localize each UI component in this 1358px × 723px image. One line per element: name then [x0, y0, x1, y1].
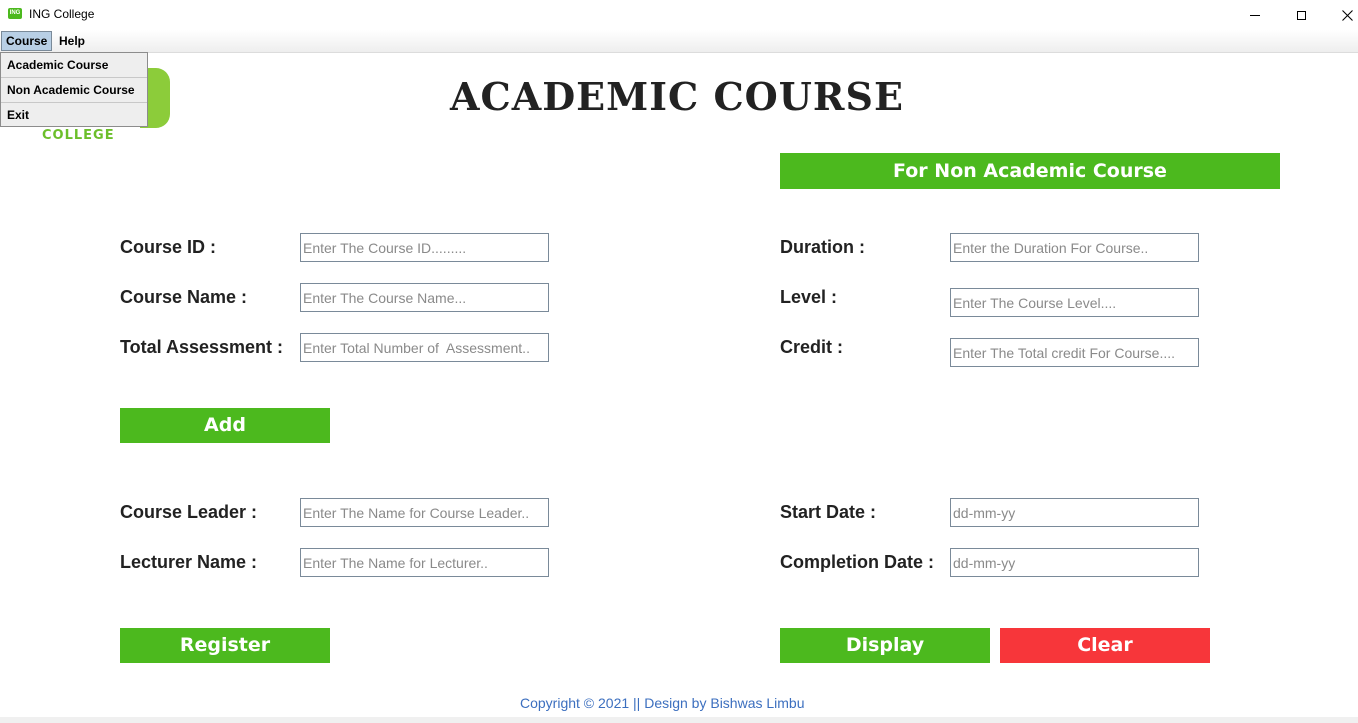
credit-input[interactable] [950, 338, 1199, 367]
menu-bar [0, 30, 1358, 53]
course-name-label: Course Name : [120, 287, 248, 307]
course-id-label: Course ID : [120, 237, 217, 257]
credit-label: Credit : [780, 337, 843, 357]
menu-item-non-academic-course[interactable]: Non Academic Course [1, 78, 147, 102]
level-input[interactable] [950, 288, 1199, 317]
maximize-button[interactable] [1278, 0, 1324, 30]
course-id-input[interactable] [300, 233, 549, 262]
duration-input[interactable] [950, 233, 1199, 262]
level-label: Level : [780, 287, 838, 307]
course-dropdown-menu: Academic Course Non Academic Course Exit [0, 52, 148, 127]
menu-help[interactable]: Help [53, 31, 91, 51]
maximize-icon [1296, 10, 1306, 20]
window-bottom-edge [0, 717, 1358, 723]
start-date-label: Start Date : [780, 502, 877, 522]
total-assessment-input[interactable] [300, 333, 549, 362]
footer-copyright: Copyright © 2021 || Design by Bishwas Li… [520, 695, 805, 711]
duration-label: Duration : [780, 237, 865, 257]
clear-button[interactable]: Clear [1000, 628, 1210, 663]
title-bar [0, 0, 1358, 30]
minimize-button[interactable] [1232, 0, 1278, 30]
start-date-input[interactable] [950, 498, 1199, 527]
course-leader-input[interactable] [300, 498, 549, 527]
lecturer-name-input[interactable] [300, 548, 549, 577]
completion-date-input[interactable] [950, 548, 1199, 577]
display-button[interactable]: Display [780, 628, 990, 663]
total-assessment-label: Total Assessment : [120, 337, 284, 357]
register-button[interactable]: Register [120, 628, 330, 663]
lecturer-name-label: Lecturer Name : [120, 552, 258, 572]
minimize-icon [1250, 14, 1260, 16]
page-title: ACADEMIC COURSE [450, 74, 904, 119]
logo-text: COLLEGE [42, 128, 115, 143]
ing-app-icon: ING [8, 8, 22, 19]
completion-date-label: Completion Date : [780, 552, 935, 572]
menu-item-academic-course[interactable]: Academic Course [1, 53, 147, 77]
close-icon [1341, 9, 1353, 21]
menu-course[interactable]: Course [1, 31, 53, 51]
course-leader-label: Course Leader : [120, 502, 258, 522]
non-academic-course-button[interactable]: For Non Academic Course [780, 153, 1280, 189]
close-button[interactable] [1324, 0, 1358, 30]
window-title: ING College [29, 7, 95, 21]
menu-item-exit[interactable]: Exit [1, 103, 147, 127]
add-button[interactable]: Add [120, 408, 330, 443]
course-name-input[interactable] [300, 283, 549, 312]
